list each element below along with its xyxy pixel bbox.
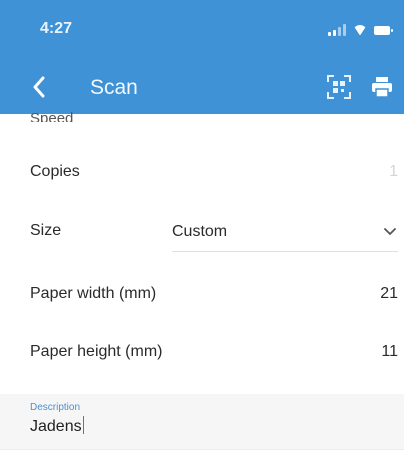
toolbar: Scan	[0, 60, 404, 114]
print-icon	[372, 77, 392, 98]
status-time: 4:27	[40, 20, 73, 37]
signal-icon	[328, 24, 346, 36]
paper-width-value[interactable]: 21	[380, 285, 398, 303]
description-text: Jadens	[30, 418, 82, 435]
wifi-icon	[353, 25, 367, 35]
text-cursor	[82, 416, 85, 434]
speed-label: Speed	[30, 110, 74, 122]
status-icons	[328, 24, 393, 36]
size-label: Size	[30, 222, 62, 239]
app-bar: 4:27 Scan	[0, 0, 404, 114]
copies-label: Copies	[30, 163, 80, 180]
description-field[interactable]: Description Jadens	[0, 394, 404, 450]
paper-height-label: Paper height (mm)	[30, 343, 163, 360]
copies-value[interactable]: 1	[389, 163, 398, 181]
size-row: Size Custom	[30, 212, 398, 252]
battery-icon	[374, 25, 393, 35]
paper-height-value[interactable]: 11	[381, 343, 398, 361]
chevron-left-icon	[33, 76, 45, 98]
paper-height-row[interactable]: Paper height (mm) 11	[30, 332, 398, 372]
chevron-down-icon	[384, 227, 396, 235]
paper-width-label: Paper width (mm)	[30, 285, 157, 302]
print-button[interactable]	[370, 75, 394, 99]
size-selected-value: Custom	[172, 222, 228, 240]
copies-row[interactable]: Copies 1	[30, 152, 398, 192]
size-select[interactable]: Custom	[172, 212, 398, 252]
paper-width-row[interactable]: Paper width (mm) 21	[30, 274, 398, 314]
settings-form: Speed Copies 1 Size Custom Paper width (…	[0, 110, 404, 476]
field-divider	[0, 449, 404, 450]
page-title: Scan	[90, 76, 138, 99]
qr-scan-icon	[327, 75, 351, 99]
description-input[interactable]: Jadens	[30, 416, 85, 436]
qr-scan-button[interactable]	[326, 74, 352, 100]
description-caption: Description	[30, 402, 81, 413]
back-button[interactable]	[24, 72, 54, 102]
status-bar: 4:27	[0, 0, 404, 60]
